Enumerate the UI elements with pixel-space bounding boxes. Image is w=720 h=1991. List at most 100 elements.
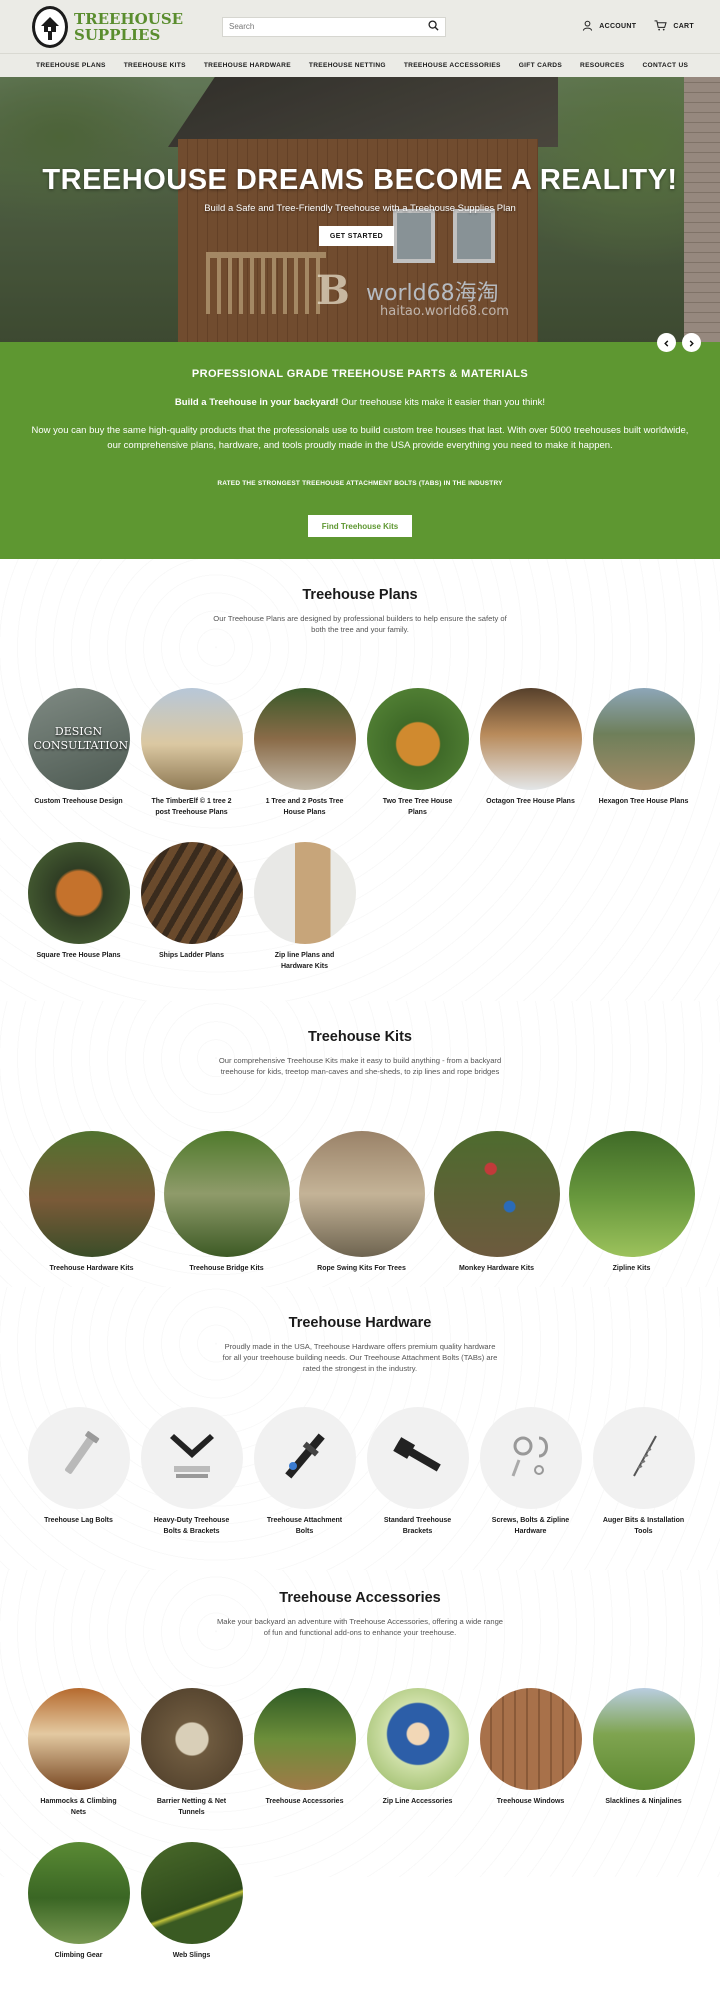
- user-icon: [582, 20, 593, 33]
- attachment-bolt-icon: [273, 1426, 337, 1491]
- nav-treehouse-netting[interactable]: TREEHOUSE NETTING: [300, 62, 395, 69]
- hardware-label: Treehouse Attachment Bolts: [266, 1517, 343, 1535]
- hardware-grid: Treehouse Lag Bolts Heavy-Duty Treehouse…: [0, 1407, 720, 1537]
- kit-card[interactable]: Zipline Kits: [564, 1131, 699, 1275]
- accessory-image: [479, 1688, 582, 1790]
- plan-card[interactable]: DESIGN CONSULTATION Custom Treehouse Des…: [22, 688, 135, 818]
- accessory-image: [27, 1688, 130, 1790]
- accessory-label: Web Slings: [172, 1952, 211, 1959]
- zipline-hardware-icon: [499, 1426, 563, 1491]
- account-label: ACCOUNT: [599, 23, 637, 30]
- accessory-label: Treehouse Accessories: [265, 1798, 344, 1805]
- plan-card[interactable]: Zip line Plans and Hardware Kits: [248, 842, 361, 972]
- band-lead: Build a Treehouse in your backyard! Our …: [0, 397, 720, 408]
- plans-title: Treehouse Plans: [302, 587, 418, 603]
- site-header: TREEHOUSE SUPPLIES ACCOUNT CART: [0, 0, 720, 53]
- plan-card[interactable]: Square Tree House Plans: [22, 842, 135, 972]
- accessories-title: Treehouse Accessories: [279, 1590, 441, 1606]
- accessory-card[interactable]: Treehouse Windows: [474, 1688, 587, 1818]
- plan-image: [479, 688, 582, 790]
- chevron-right-icon: [688, 334, 695, 352]
- nav-treehouse-accessories[interactable]: TREEHOUSE ACCESSORIES: [395, 62, 510, 69]
- accessory-card[interactable]: Climbing Gear: [22, 1842, 135, 1962]
- accessory-card[interactable]: Web Slings: [135, 1842, 248, 1962]
- design-consultation-overlay: DESIGN CONSULTATION: [33, 725, 129, 752]
- logo-text-line1: TREEHOUSE: [74, 9, 184, 28]
- accessory-card[interactable]: Hammocks & Climbing Nets: [22, 1688, 135, 1818]
- kit-label: Treehouse Hardware Kits: [49, 1265, 134, 1272]
- cart-link[interactable]: CART: [654, 20, 694, 33]
- plan-card[interactable]: Ships Ladder Plans: [135, 842, 248, 972]
- accessory-card[interactable]: Slacklines & Ninjalines: [587, 1688, 700, 1818]
- plan-card[interactable]: Octagon Tree House Plans: [474, 688, 587, 818]
- kit-image: [28, 1131, 155, 1257]
- hardware-title: Treehouse Hardware: [288, 1315, 432, 1331]
- get-started-button[interactable]: GET STARTED: [319, 226, 394, 246]
- accessory-card[interactable]: Zip Line Accessories: [361, 1688, 474, 1818]
- hardware-card[interactable]: Auger Bits & Installation Tools: [587, 1407, 700, 1537]
- hardware-image: [27, 1407, 130, 1509]
- accessory-label: Slacklines & Ninjalines: [605, 1798, 682, 1805]
- hardware-card[interactable]: Treehouse Lag Bolts: [22, 1407, 135, 1537]
- plan-card[interactable]: The TimberElf © 1 tree 2 post Treehouse …: [135, 688, 248, 818]
- account-link[interactable]: ACCOUNT: [582, 20, 636, 33]
- kits-grid: Treehouse Hardware Kits Treehouse Bridge…: [0, 1131, 720, 1275]
- kit-card[interactable]: Rope Swing Kits For Trees: [294, 1131, 429, 1275]
- watermark-url: haitao.world68.com: [380, 304, 509, 319]
- plan-image: [366, 688, 469, 790]
- plan-card[interactable]: 1 Tree and 2 Posts Tree House Plans: [248, 688, 361, 818]
- kit-image: [298, 1131, 425, 1257]
- accessory-card[interactable]: Treehouse Accessories: [248, 1688, 361, 1818]
- hardware-label: Treehouse Lag Bolts: [44, 1517, 113, 1524]
- hardware-card[interactable]: Treehouse Attachment Bolts: [248, 1407, 361, 1537]
- plan-card[interactable]: Two Tree Tree House Plans: [361, 688, 474, 818]
- nav-contact-us[interactable]: CONTACT US: [634, 62, 698, 69]
- kit-card[interactable]: Treehouse Hardware Kits: [24, 1131, 159, 1275]
- accessory-image: [592, 1688, 695, 1790]
- hardware-image: [253, 1407, 356, 1509]
- nav-treehouse-plans[interactable]: TREEHOUSE PLANS: [27, 62, 115, 69]
- accessories-description: Make your backyard an adventure with Tre…: [216, 1617, 504, 1637]
- hero-title: TREEHOUSE DREAMS BECOME A REALITY!: [42, 164, 678, 196]
- kit-label: Zipline Kits: [612, 1265, 651, 1272]
- plan-label: Octagon Tree House Plans: [486, 798, 575, 805]
- accessory-card[interactable]: Barrier Netting & Net Tunnels: [135, 1688, 248, 1818]
- search-icon[interactable]: [428, 18, 439, 36]
- kit-card[interactable]: Treehouse Bridge Kits: [159, 1131, 294, 1275]
- plan-image: [253, 842, 356, 944]
- standard-bracket-icon: [386, 1426, 450, 1491]
- carousel-next-button[interactable]: [682, 333, 701, 352]
- kit-label: Monkey Hardware Kits: [458, 1265, 535, 1272]
- hardware-card[interactable]: Screws, Bolts & Zipline Hardware: [474, 1407, 587, 1537]
- hardware-description: Proudly made in the USA, Treehouse Hardw…: [222, 1342, 498, 1373]
- kit-image: [433, 1131, 560, 1257]
- hero-subtitle: Build a Safe and Tree-Friendly Treehouse…: [204, 203, 516, 214]
- hardware-card[interactable]: Heavy-Duty Treehouse Bolts & Brackets: [135, 1407, 248, 1537]
- nav-treehouse-kits[interactable]: TREEHOUSE KITS: [115, 62, 195, 69]
- treehouse-accessories-section: Treehouse Accessories Make your backyard…: [0, 1570, 720, 1959]
- watermark-text: world68海淘: [366, 281, 499, 306]
- hardware-card[interactable]: Standard Treehouse Brackets: [361, 1407, 474, 1537]
- hardware-label: Auger Bits & Installation Tools: [602, 1517, 685, 1535]
- accessory-image: [140, 1688, 243, 1790]
- band-rated-text: RATED THE STRONGEST TREEHOUSE ATTACHMENT…: [217, 480, 503, 487]
- accessory-image: [253, 1688, 356, 1790]
- nav-treehouse-hardware[interactable]: TREEHOUSE HARDWARE: [195, 62, 300, 69]
- band-lead-rest: Our treehouse kits make it easier than y…: [338, 397, 546, 408]
- bracket-icon: [160, 1426, 224, 1491]
- kit-card[interactable]: Monkey Hardware Kits: [429, 1131, 564, 1275]
- plan-label: Hexagon Tree House Plans: [598, 798, 689, 805]
- lag-bolt-icon: [49, 1426, 109, 1491]
- plan-label: Two Tree Tree House Plans: [382, 798, 453, 816]
- hardware-image: [366, 1407, 469, 1509]
- plan-image: [27, 842, 130, 944]
- plan-card[interactable]: Hexagon Tree House Plans: [587, 688, 700, 818]
- search-input[interactable]: [229, 22, 428, 31]
- accessory-label: Barrier Netting & Net Tunnels: [156, 1798, 227, 1816]
- carousel-prev-button[interactable]: [657, 333, 676, 352]
- plan-label: Square Tree House Plans: [36, 952, 121, 959]
- nav-gift-cards[interactable]: GIFT CARDS: [510, 62, 571, 69]
- nav-resources[interactable]: RESOURCES: [571, 62, 633, 69]
- find-treehouse-kits-button[interactable]: Find Treehouse Kits: [308, 515, 412, 537]
- site-logo[interactable]: TREEHOUSE SUPPLIES: [32, 5, 184, 48]
